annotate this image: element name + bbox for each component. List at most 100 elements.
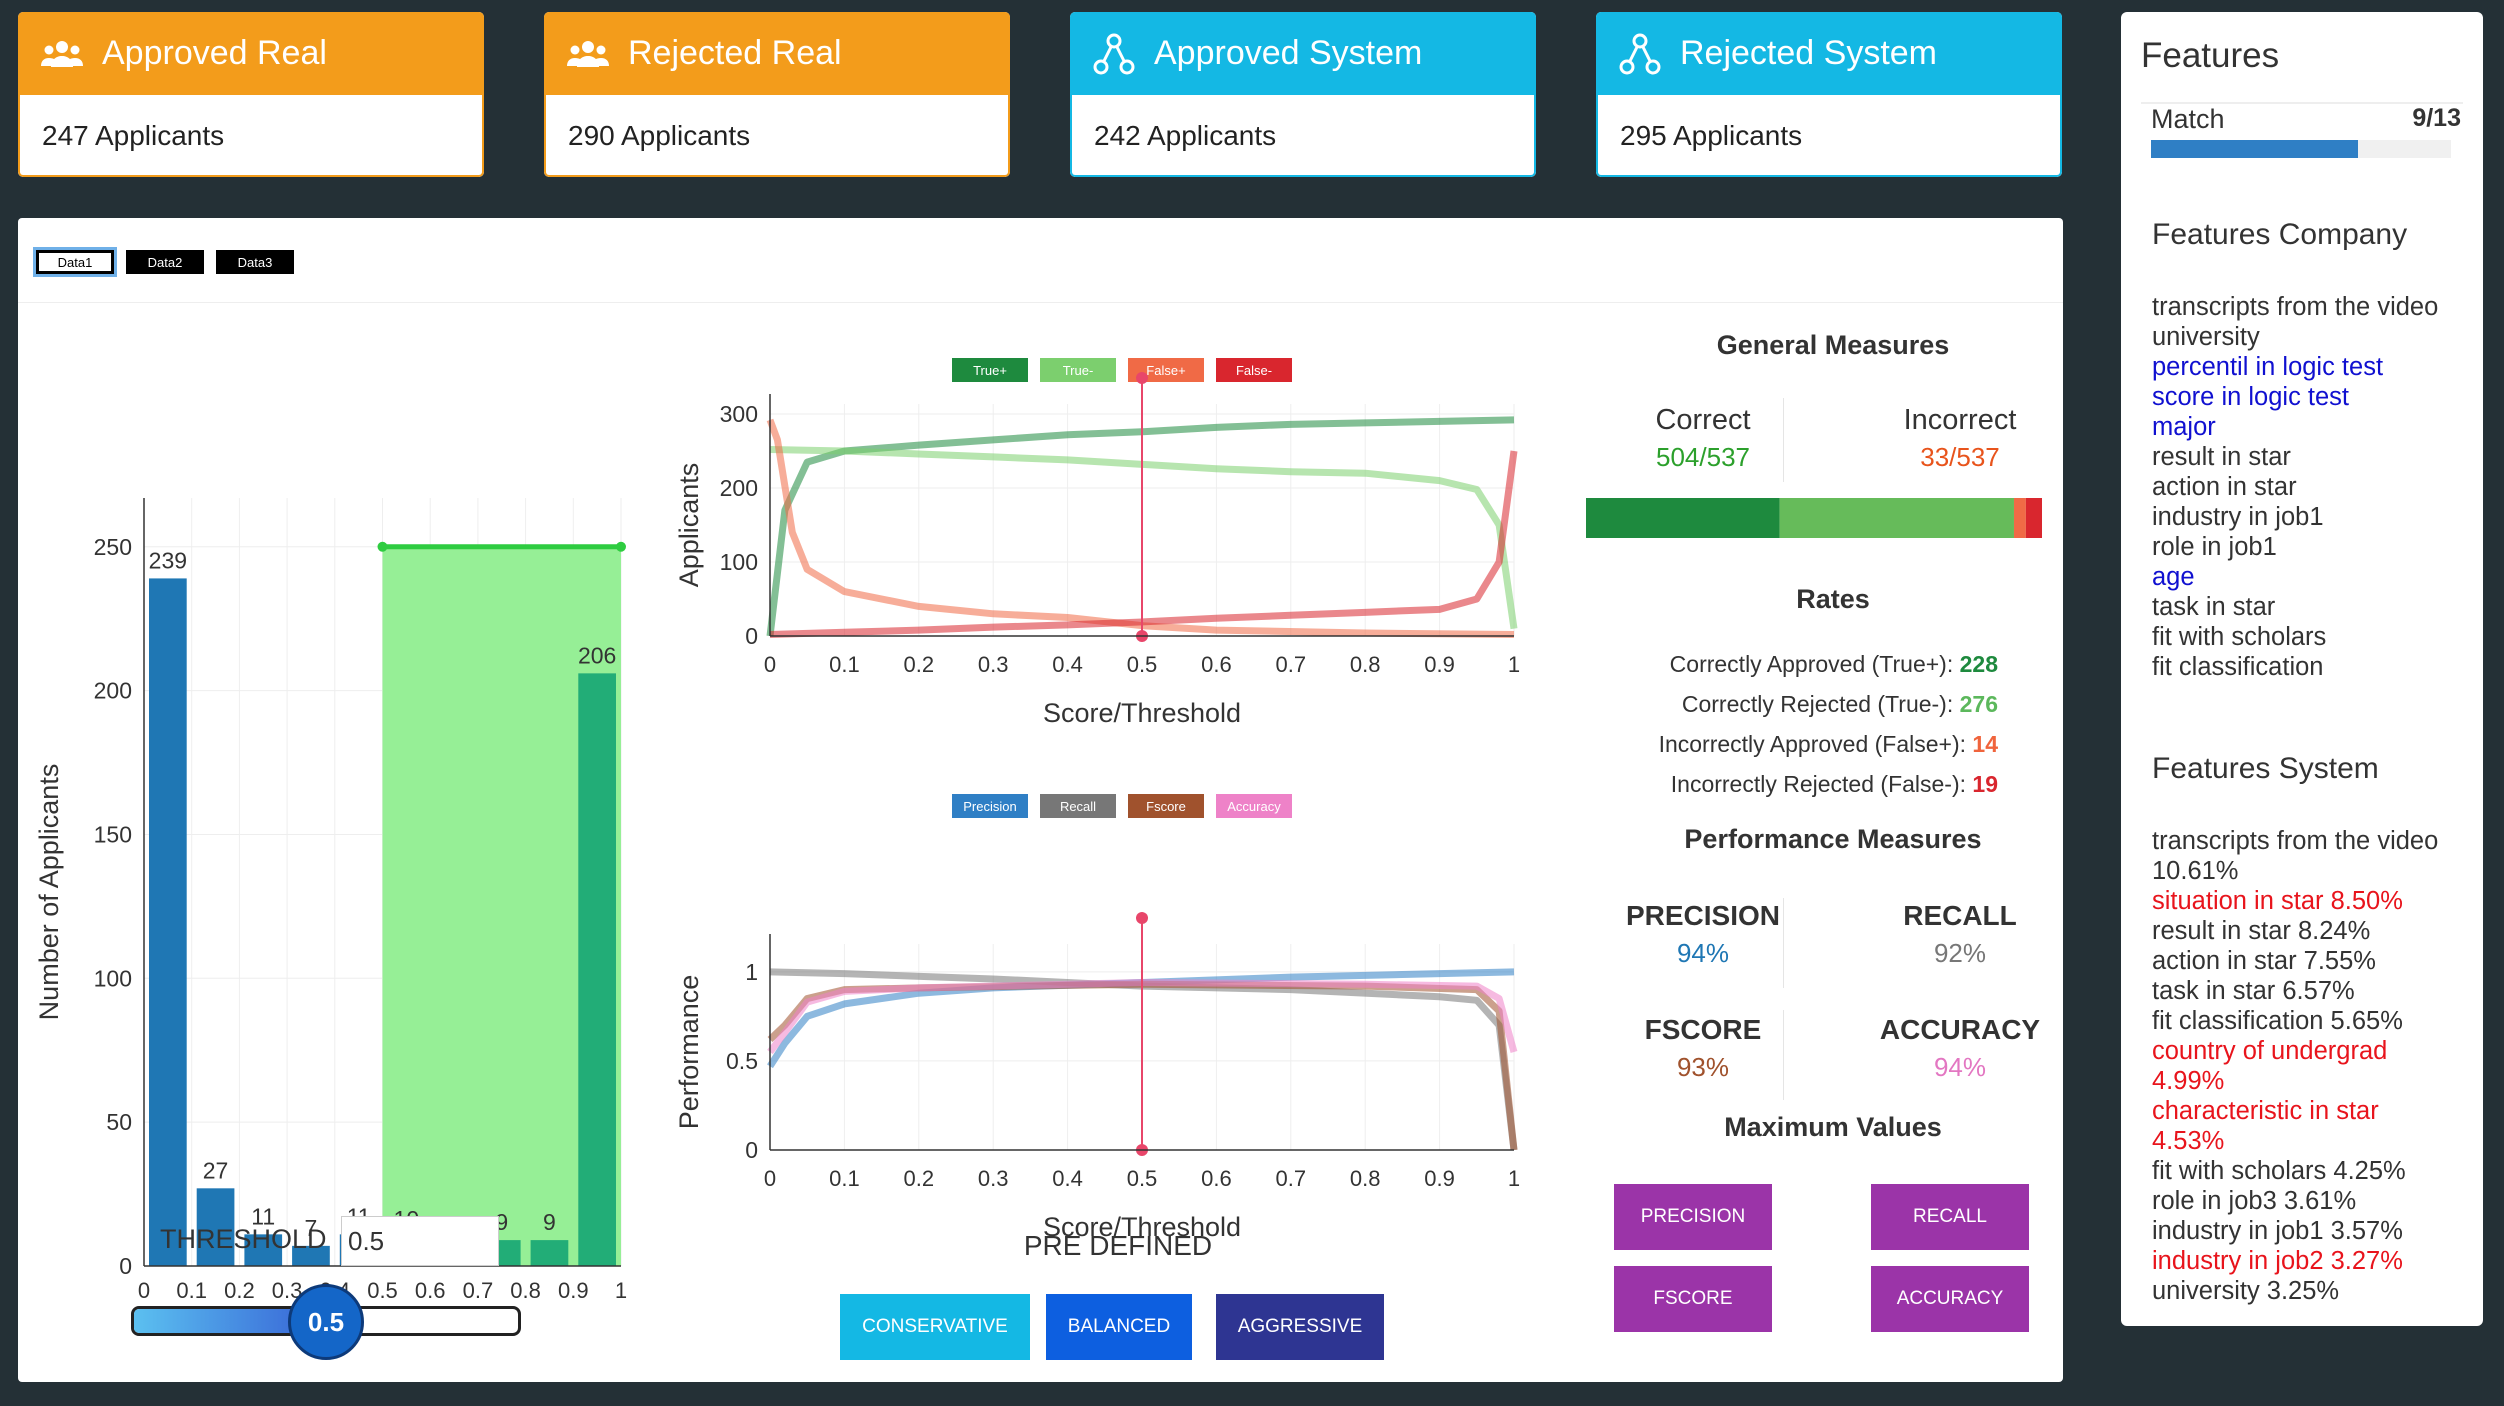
aggressive-button[interactable]: AGGRESSIVE bbox=[1216, 1294, 1384, 1360]
x-tick-label: 1 bbox=[615, 1278, 627, 1303]
features-system-list: transcripts from the video 10.61% situati… bbox=[2152, 826, 2452, 1306]
x-tick-label: 0.5 bbox=[1127, 1166, 1158, 1191]
tab-data1[interactable]: Data1 bbox=[33, 247, 117, 277]
match-progress bbox=[2151, 140, 2451, 158]
correct-value: 504/537 bbox=[1656, 442, 1750, 472]
company-feature-item: transcripts from the video bbox=[2152, 293, 2439, 321]
company-feature-item: role in job1 bbox=[2152, 533, 2277, 561]
legend-label: False- bbox=[1236, 363, 1272, 378]
match-label: Match bbox=[2151, 104, 2225, 134]
system-feature-item: result in star 8.24% bbox=[2152, 917, 2371, 945]
rate-value: 276 bbox=[1959, 691, 1998, 717]
company-feature-item: result in star bbox=[2152, 443, 2291, 471]
y-tick-label: 0 bbox=[119, 1253, 132, 1279]
x-tick-label: 0.3 bbox=[978, 652, 1009, 677]
y-tick-label: 50 bbox=[106, 1109, 132, 1135]
legend-label: Fscore bbox=[1146, 799, 1186, 814]
card-title: Approved Real bbox=[102, 34, 327, 72]
y-tick-label: 200 bbox=[720, 475, 758, 501]
threshold-input[interactable] bbox=[341, 1216, 499, 1266]
card-title: Rejected System bbox=[1680, 34, 1937, 72]
system-feature-item: country of undergrad 4.99% bbox=[2152, 1037, 2388, 1095]
balanced-button[interactable]: BALANCED bbox=[1046, 1294, 1192, 1360]
rate-label: Incorrectly Approved (False+): bbox=[1658, 731, 1967, 757]
general-bar-segment bbox=[2025, 498, 2042, 538]
company-feature-item: age bbox=[2152, 563, 2195, 591]
main-panel: Data1 Data2 Data3 0 50 100 150 200 250 239 27 11… bbox=[18, 218, 2063, 1382]
recall-value: 92% bbox=[1933, 938, 1987, 968]
system-feature-item: industry in job1 3.57% bbox=[2152, 1217, 2403, 1245]
x-tick-label: 0.8 bbox=[1350, 1166, 1381, 1191]
card-count: 295 Applicants bbox=[1596, 95, 2062, 177]
incorrect-label: Incorrect bbox=[1903, 404, 2017, 436]
incorrect-value: 33/537 bbox=[1920, 442, 2000, 472]
threshold-band-handle bbox=[377, 541, 388, 552]
card-rejected-real: Rejected Real 290 Applicants bbox=[544, 12, 1010, 177]
threshold-marker-handle bbox=[1136, 912, 1148, 924]
x-tick-label: 0.7 bbox=[1276, 1166, 1307, 1191]
users-icon bbox=[40, 32, 84, 76]
general-bar-segment bbox=[1586, 498, 1780, 538]
rates-title: Rates bbox=[1796, 584, 1870, 614]
tab-data3[interactable]: Data3 bbox=[216, 250, 294, 274]
accuracy-value: 94% bbox=[1933, 1052, 1987, 1082]
system-feature-item: action in star 7.55% bbox=[2152, 947, 2376, 975]
x-tick-label: 0.9 bbox=[558, 1278, 589, 1303]
legend-label: False+ bbox=[1146, 363, 1185, 378]
divider bbox=[1783, 898, 1784, 988]
x-tick-label: 0.8 bbox=[1350, 652, 1381, 677]
x-tick-label: 0.2 bbox=[904, 1166, 935, 1191]
rate-false-positive: Incorrectly Approved (False+): 14 bbox=[1588, 724, 1998, 764]
x-tick-label: 0.6 bbox=[415, 1278, 446, 1303]
slider-knob[interactable]: 0.5 bbox=[288, 1284, 364, 1360]
x-tick-label: 0.2 bbox=[224, 1278, 255, 1303]
system-feature-item: characteristic in star 4.53% bbox=[2152, 1097, 2379, 1155]
rate-value: 14 bbox=[1972, 731, 1998, 757]
card-title: Rejected Real bbox=[628, 34, 842, 72]
system-feature-item: role in job3 3.61% bbox=[2152, 1187, 2357, 1215]
rate-false-negative: Incorrectly Rejected (False-): 19 bbox=[1588, 764, 1998, 804]
max-accuracy-button[interactable]: ACCURACY bbox=[1871, 1266, 2029, 1332]
max-precision-button[interactable]: PRECISION bbox=[1614, 1184, 1772, 1250]
max-recall-button[interactable]: RECALL bbox=[1871, 1184, 2029, 1250]
company-feature-item: score in logic test bbox=[2152, 383, 2350, 411]
features-title: Features bbox=[2141, 36, 2280, 75]
x-tick-label: 0.3 bbox=[978, 1166, 1009, 1191]
x-tick-label: 0.4 bbox=[1052, 652, 1083, 677]
company-feature-item: percentil in logic test bbox=[2152, 353, 2384, 381]
legend-label: Precision bbox=[963, 799, 1016, 814]
x-tick-label: 0.5 bbox=[1127, 652, 1158, 677]
card-approved-system: Approved System 242 Applicants bbox=[1070, 12, 1536, 177]
rate-true-negative: Correctly Rejected (True-): 276 bbox=[1588, 684, 1998, 724]
x-tick-label: 0 bbox=[138, 1278, 150, 1303]
legend-label: Accuracy bbox=[1227, 799, 1281, 814]
system-feature-item: transcripts from the video 10.61% bbox=[2152, 827, 2439, 885]
company-feature-item: action in star bbox=[2152, 473, 2297, 501]
rate-label: Correctly Rejected (True-): bbox=[1681, 691, 1954, 717]
y-tick-label: 1 bbox=[745, 959, 758, 985]
card-count: 290 Applicants bbox=[544, 95, 1010, 177]
x-tick-label: 0.1 bbox=[829, 652, 860, 677]
x-tick-label: 0.5 bbox=[367, 1278, 398, 1303]
features-system-title: Features System bbox=[2152, 752, 2379, 785]
legend-label: Recall bbox=[1060, 799, 1096, 814]
x-tick-label: 0.9 bbox=[1424, 1166, 1455, 1191]
precision-label: PRECISION bbox=[1625, 900, 1781, 931]
features-company-list: transcripts from the video university perc… bbox=[2152, 292, 2452, 682]
system-feature-item: university 3.25% bbox=[2152, 1277, 2340, 1305]
y-tick-label: 250 bbox=[94, 534, 132, 560]
fscore-label: FSCORE bbox=[1644, 1014, 1762, 1045]
network-icon bbox=[1092, 32, 1136, 76]
divider bbox=[18, 302, 2063, 303]
system-feature-item: situation in star 8.50% bbox=[2152, 887, 2403, 915]
predefined-title: PRE DEFINED bbox=[1023, 1230, 1213, 1261]
max-fscore-button[interactable]: FSCORE bbox=[1614, 1266, 1772, 1332]
conservative-button[interactable]: CONSERVATIVE bbox=[840, 1294, 1030, 1360]
rates-list: Correctly Approved (True+): 228 Correctl… bbox=[1588, 644, 1998, 804]
company-feature-item: fit classification bbox=[2152, 653, 2324, 681]
card-count: 247 Applicants bbox=[18, 95, 484, 177]
accuracy-label: ACCURACY bbox=[1879, 1014, 2041, 1045]
x-tick-label: 0.6 bbox=[1201, 652, 1232, 677]
company-feature-item: fit with scholars bbox=[2152, 623, 2327, 651]
tab-data2[interactable]: Data2 bbox=[126, 250, 204, 274]
